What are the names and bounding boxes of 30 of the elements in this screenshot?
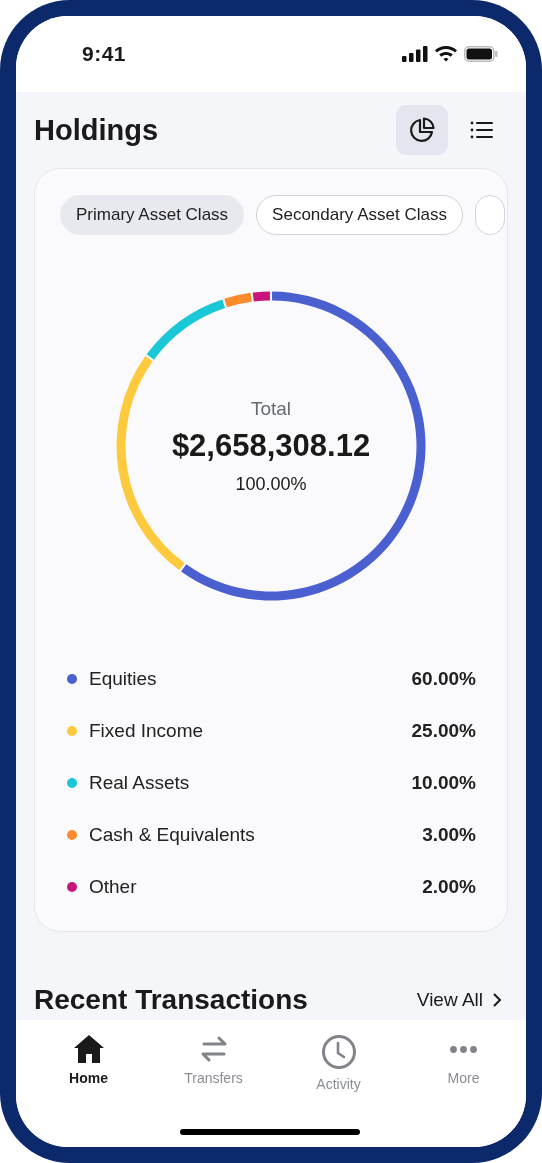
legend-label: Equities xyxy=(89,668,158,690)
page-title: Holdings xyxy=(34,113,159,147)
clock-icon xyxy=(320,1034,357,1070)
legend-label: Real Assets xyxy=(89,772,191,794)
signal-icon xyxy=(402,46,428,62)
legend-value: 3.00% xyxy=(422,824,476,846)
total-percent: 100.00% xyxy=(235,473,307,495)
legend-value: 25.00% xyxy=(411,720,476,742)
legend-label: Cash & Equivalents xyxy=(89,824,256,846)
chart-view-button[interactable] xyxy=(396,105,448,155)
list-icon xyxy=(470,120,494,140)
pie-chart-icon xyxy=(409,117,435,143)
legend-value: 2.00% xyxy=(422,876,476,898)
legend-value: 10.00% xyxy=(411,772,476,794)
total-amount: $2,658,308.12 xyxy=(171,427,371,464)
total-label: Total xyxy=(250,397,292,420)
section-title: Recent Transactions xyxy=(34,984,308,1016)
filter-chip[interactable]: Secondary Asset Class xyxy=(256,195,463,235)
wifi-icon xyxy=(435,46,457,62)
home-icon xyxy=(72,1034,105,1064)
more-icon xyxy=(450,1045,477,1053)
chevron-icon xyxy=(493,993,502,1007)
view-all-link[interactable]: View All xyxy=(416,989,508,1011)
filter-chip[interactable]: Primary Asset Class xyxy=(60,195,245,235)
legend-label: Other xyxy=(89,876,138,898)
legend-value: 60.00% xyxy=(411,668,476,690)
tab-bar-item[interactable]: Home xyxy=(26,1020,151,1147)
battery-icon xyxy=(464,46,498,62)
legend-label: Fixed Income xyxy=(89,720,205,742)
status-time: 9:41 xyxy=(82,42,127,66)
